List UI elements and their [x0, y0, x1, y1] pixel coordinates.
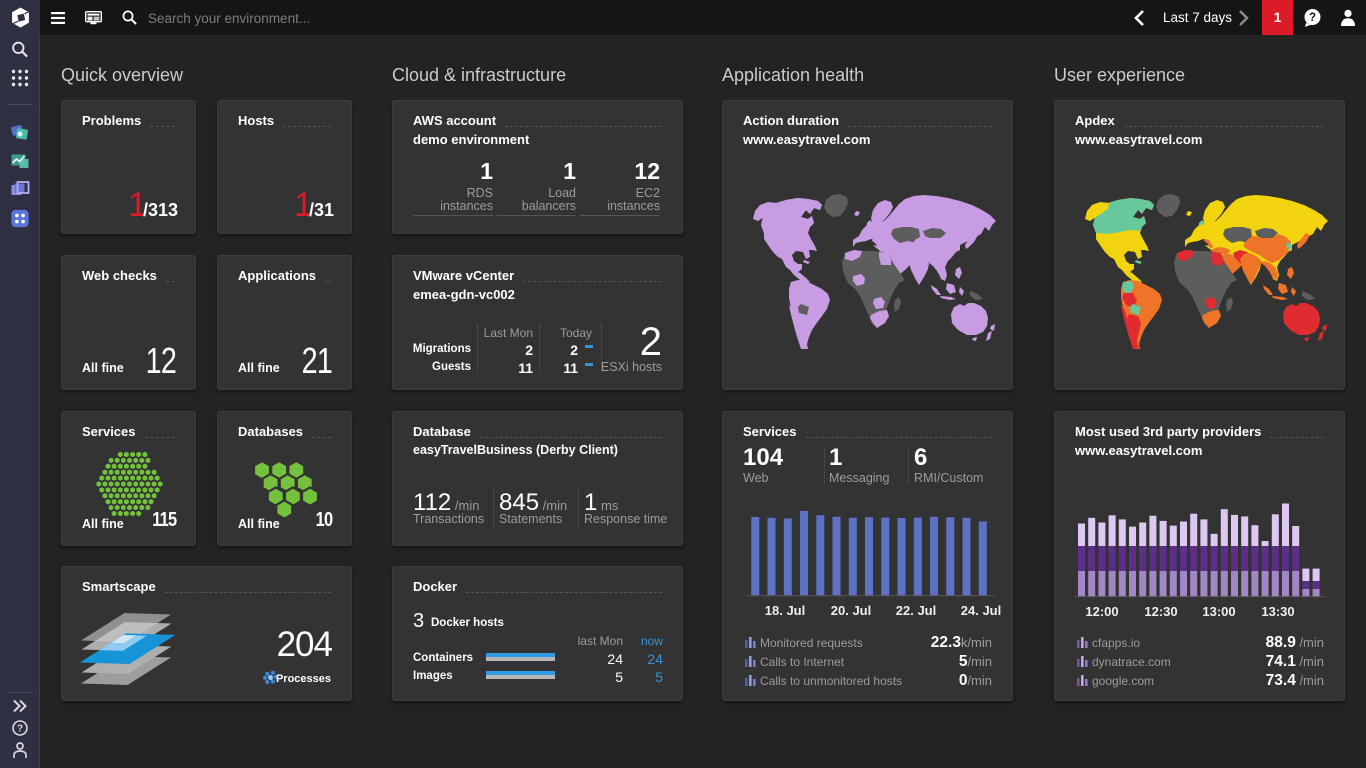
svg-text:?: ? — [1309, 12, 1316, 24]
svg-text:?: ? — [16, 724, 22, 735]
